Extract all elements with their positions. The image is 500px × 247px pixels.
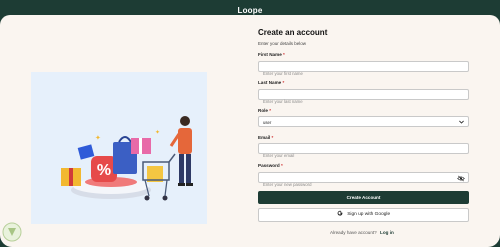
last-name-field[interactable] [258,89,469,106]
required-mark: * [282,80,285,85]
google-icon [337,211,343,216]
signup-page: % ✦ ✦ Create an account Enter your detai… [0,15,500,247]
required-mark: * [283,52,285,57]
role-select[interactable]: user [258,116,469,127]
role-label: Role * [258,108,271,113]
email-input[interactable] [259,151,458,160]
password-field[interactable] [258,172,469,189]
required-mark: * [269,108,272,113]
email-label: Email * [258,135,273,140]
password-input[interactable] [259,180,458,189]
last-name-label-text: Last Name [258,80,282,85]
login-link[interactable]: Log in [380,230,394,235]
svg-text:✦: ✦ [155,129,160,136]
email-field[interactable] [258,143,469,160]
first-name-label: First Name * [258,52,285,57]
eye-off-icon[interactable] [457,175,465,182]
role-select-value: user [263,119,272,125]
required-mark: * [280,163,283,168]
first-name-field[interactable] [258,61,469,78]
email-label-text: Email [258,135,271,140]
svg-text:✦: ✦ [95,134,101,142]
login-prompt: Already have account? Log in [330,230,394,235]
chevron-down-icon [459,120,464,124]
create-account-button[interactable]: Create Account [258,191,469,204]
login-prompt-text: Already have account? [330,230,377,235]
app-title: Loope [237,6,263,15]
form-subtitle: Enter your details below [258,41,307,46]
form-title: Create an account [258,28,328,37]
last-name-input[interactable] [259,97,458,106]
password-label-text: Password [258,163,280,168]
google-signup-label: Sign up with Google [347,212,391,217]
shopping-illustration: % ✦ ✦ [31,72,207,224]
required-mark: * [271,135,274,140]
svg-text:%: % [97,162,111,179]
app-header: Loope [0,0,500,15]
google-signup-button[interactable]: Sign up with Google [258,208,469,222]
brand-logo [2,222,22,242]
first-name-input[interactable] [259,69,458,78]
role-label-text: Role [258,108,268,113]
first-name-label-text: First Name [258,52,282,57]
shopping-illustration-art: % ✦ ✦ [61,116,193,201]
last-name-label: Last Name * [258,80,284,85]
password-label: Password * [258,163,283,168]
